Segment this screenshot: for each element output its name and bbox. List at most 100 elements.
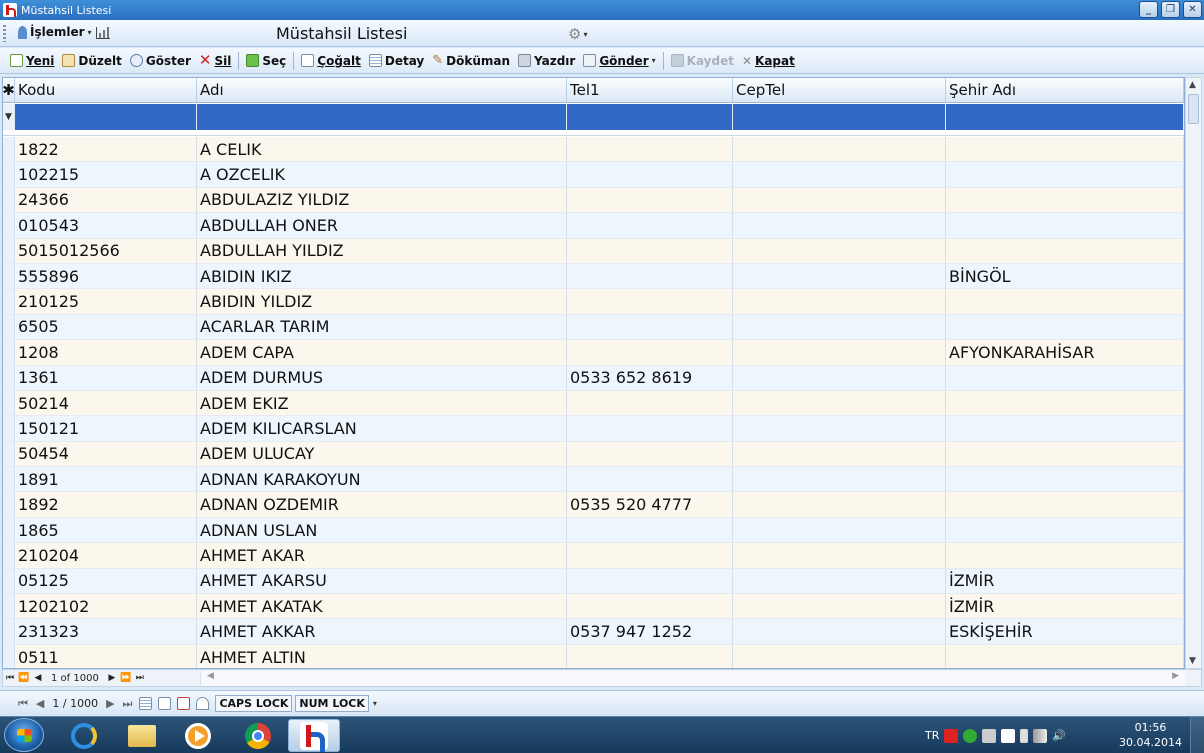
cell-adi[interactable]: ABIDIN YILDIZ [197,289,567,314]
cell-sehir-adi[interactable] [946,517,1184,543]
table-row[interactable]: 1208 ADEM CAPA AFYONKARAHİSAR [3,340,1184,366]
cell-sehir-adi[interactable] [946,314,1184,340]
cell-adi[interactable]: AHMET AKARSU [197,568,567,594]
sec-button[interactable]: Seç [242,50,290,72]
row-indicator-header[interactable]: ✱ [3,78,15,102]
scroll-down-icon[interactable]: ▼ [1189,656,1196,666]
row-indicator[interactable] [3,441,15,467]
last-record-icon[interactable]: ⏭ [133,671,147,685]
filter-kodu-input[interactable] [15,104,197,130]
minimize-button[interactable]: _ [1139,1,1158,18]
cell-kodu[interactable]: 010543 [15,213,197,238]
next-page-icon[interactable]: ⏩ [119,671,133,685]
scroll-right-icon[interactable]: ▶ [1172,671,1179,681]
filter-adi-input[interactable] [197,104,567,130]
cell-tel1[interactable] [567,263,733,289]
cell-sehir-adi[interactable] [946,213,1184,238]
goster-button[interactable]: Göster [126,50,195,72]
grid-view-icon[interactable] [139,697,153,710]
column-header-tel1[interactable]: Tel1 [567,78,733,102]
detay-button[interactable]: Detay [365,50,428,72]
table-row[interactable]: 231323 AHMET AKKAR 0537 947 1252 ESKİŞEHİR [3,619,1184,645]
yeni-button[interactable]: Yeni [6,50,58,72]
cell-adi[interactable]: ADNAN OZDEMIR [197,492,567,517]
cell-sehir-adi[interactable] [946,441,1184,467]
row-indicator[interactable] [3,137,15,162]
row-indicator[interactable] [3,238,15,263]
cell-adi[interactable]: AHMET ALTIN [197,644,567,668]
cell-tel1[interactable]: 0535 520 4777 [567,492,733,517]
cell-kodu[interactable]: 150121 [15,416,197,441]
cell-tel1[interactable] [567,314,733,340]
cell-tel1[interactable] [567,137,733,162]
taskbar-chrome[interactable] [232,719,284,752]
cell-tel1[interactable] [567,441,733,467]
taskbar-file-explorer[interactable] [116,719,168,752]
cell-tel1[interactable] [567,340,733,365]
cell-adi[interactable]: ADEM EKIZ [197,390,567,416]
cell-kodu[interactable]: 50454 [15,441,197,467]
cell-kodu[interactable]: 1208 [15,340,197,365]
scroll-thumb[interactable] [1188,94,1199,124]
cell-sehir-adi[interactable]: ESKİŞEHİR [946,619,1184,644]
toolbar-grip[interactable] [3,25,6,42]
row-indicator[interactable] [3,213,15,238]
cell-kodu[interactable]: 05125 [15,568,197,594]
cell-tel1[interactable] [567,568,733,594]
show-desktop-button[interactable] [1190,717,1204,753]
row-indicator[interactable] [3,543,15,568]
cell-kodu[interactable]: 1822 [15,137,197,162]
cogalt-button[interactable]: Çoğalt [297,50,365,72]
cell-adi[interactable]: ADEM KILICARSLAN [197,416,567,441]
close-button[interactable]: ✕ [1183,1,1202,18]
filter-sehir-input[interactable] [946,104,1184,130]
table-row[interactable]: 1892 ADNAN OZDEMIR 0535 520 4777 [3,492,1184,518]
cell-ceptel[interactable] [733,467,946,492]
cell-ceptel[interactable] [733,162,946,187]
row-indicator[interactable] [3,492,15,517]
document-icon[interactable] [158,697,172,710]
sync-icon[interactable] [963,728,978,743]
cell-ceptel[interactable] [733,543,946,568]
cell-ceptel[interactable] [733,314,946,340]
cell-kodu[interactable]: 0511 [15,644,197,668]
table-row[interactable]: 150121 ADEM KILICARSLAN [3,416,1184,442]
taskbar-media-player[interactable] [172,719,224,752]
cell-kodu[interactable]: 5015012566 [15,238,197,263]
kapat-button[interactable]: ✕ Kapat [738,50,799,72]
row-indicator[interactable] [3,594,15,619]
cell-adi[interactable]: ADEM DURMUS [197,365,567,390]
cell-tel1[interactable] [567,517,733,543]
cell-ceptel[interactable] [733,187,946,213]
table-row[interactable]: 1865 ADNAN USLAN [3,517,1184,544]
table-row[interactable]: 210204 AHMET AKAR [3,543,1184,569]
cell-adi[interactable]: ABIDIN IKIZ [197,263,567,289]
cell-ceptel[interactable] [733,416,946,441]
taskbar-mustahsil-app[interactable] [288,719,340,752]
settings-button[interactable]: ⚙ ▾ [568,25,587,43]
row-indicator[interactable] [3,340,15,365]
cell-ceptel[interactable] [733,441,946,467]
kaydet-button[interactable]: Kaydet [667,50,738,72]
table-row[interactable]: 555896 ABIDIN IKIZ BİNGÖL [3,263,1184,290]
table-row[interactable]: 5015012566 ABDULLAH YILDIZ [3,238,1184,264]
signal-icon[interactable] [1033,728,1048,743]
cell-tel1[interactable] [567,416,733,441]
cell-ceptel[interactable] [733,289,946,314]
table-row[interactable]: 50214 ADEM EKIZ [3,390,1184,417]
start-button[interactable] [4,718,44,752]
cell-kodu[interactable]: 210125 [15,289,197,314]
prev-record-icon[interactable]: ◀ [31,671,45,685]
status-prev-icon[interactable]: ◀ [32,697,48,710]
row-indicator[interactable] [3,568,15,594]
cell-sehir-adi[interactable] [946,467,1184,492]
cell-adi[interactable]: ACARLAR TARIM [197,314,567,340]
row-indicator[interactable] [3,416,15,441]
cell-sehir-adi[interactable] [946,543,1184,568]
cell-sehir-adi[interactable] [946,137,1184,162]
horizontal-scrollbar[interactable]: ◀ ▶ [200,671,1185,686]
cell-kodu[interactable]: 24366 [15,187,197,213]
islemler-menu[interactable]: İşlemler ▾ [18,25,92,39]
cell-tel1[interactable] [567,594,733,619]
table-row[interactable]: 1361 ADEM DURMUS 0533 652 8619 [3,365,1184,391]
